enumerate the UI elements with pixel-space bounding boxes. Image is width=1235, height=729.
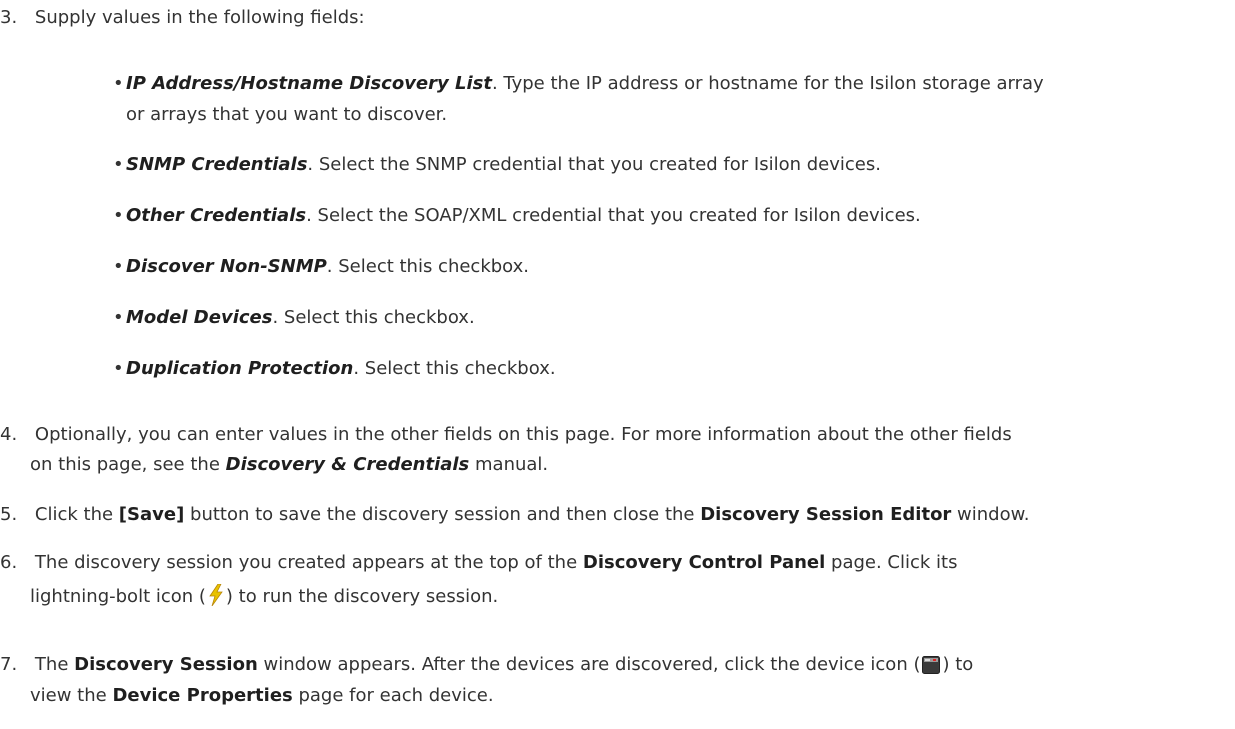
field-term: SNMP Credentials	[126, 154, 308, 175]
step-4: 4. Optionally, you can enter values in t…	[0, 423, 1012, 447]
field-term: Discover Non-SNMP	[126, 256, 327, 277]
text: The	[34, 654, 75, 675]
text: manual.	[469, 454, 549, 475]
step-text: The Discovery Session window appears. Af…	[35, 654, 973, 675]
step-7: 7. The Discovery Session window appears.…	[0, 653, 973, 681]
step-number: 6.	[0, 552, 18, 573]
step-number: 3.	[0, 7, 18, 28]
text: ) to	[942, 654, 974, 675]
step-5: 5. Click the [Save] button to save the d…	[0, 503, 1029, 527]
bullet-text: Model Devices. Select this checkbox.	[126, 306, 475, 330]
step-text: The discovery session you created appear…	[35, 552, 958, 573]
bullet-marker: •	[113, 205, 124, 226]
field-desc: . Select this checkbox.	[353, 358, 556, 379]
step-6: 6. The discovery session you created app…	[0, 551, 957, 575]
field-desc: . Select this checkbox.	[326, 256, 530, 277]
bullet-text: Duplication Protection. Select this chec…	[126, 357, 556, 381]
text: on this page, see the	[30, 454, 226, 475]
bullet-marker: •	[113, 358, 124, 379]
text: Click the	[34, 504, 119, 525]
step-7-continuation: view the Device Properties page for each…	[30, 684, 494, 708]
field-desc: . Select the SOAP/XML credential that yo…	[306, 205, 921, 226]
window-name: Discovery Session	[74, 654, 258, 675]
text: window appears. After the devices are di…	[257, 654, 921, 675]
field-desc: . Type the IP address or hostname for th…	[491, 73, 1044, 94]
bullet-marker: •	[113, 256, 124, 277]
field-desc: . Select this checkbox.	[272, 307, 475, 328]
text: The discovery session you created appear…	[34, 552, 583, 573]
step-text: Supply values in the following fields:	[34, 7, 365, 28]
bullet-marker: •	[113, 307, 124, 328]
text: button to save the discovery session and…	[184, 504, 701, 525]
text: view the	[30, 685, 113, 706]
text: window.	[951, 504, 1030, 525]
device-icon	[922, 656, 941, 681]
bullet-text: Other Credentials. Select the SOAP/XML c…	[126, 204, 921, 228]
save-button-ref: [Save]	[118, 504, 185, 525]
window-name: Discovery Session Editor	[700, 504, 952, 525]
field-term: Duplication Protection	[126, 358, 354, 379]
bullet-text: IP Address/Hostname Discovery List. Type…	[126, 72, 1044, 96]
field-term: IP Address/Hostname Discovery List	[126, 73, 492, 94]
text: ) to run the discovery session.	[225, 586, 499, 607]
step-number: 4.	[0, 424, 18, 445]
step-number: 7.	[0, 654, 18, 675]
lightning-bolt-icon	[208, 583, 224, 613]
manual-title: Discovery & Credentials	[225, 454, 470, 475]
step-text: Optionally, you can enter values in the …	[34, 424, 1012, 445]
step-text: Click the [Save] button to save the disc…	[35, 504, 1030, 525]
bullet-text: Discover Non-SNMP. Select this checkbox.	[126, 255, 529, 279]
text: page. Click its	[825, 552, 958, 573]
page-name: Device Properties	[112, 685, 293, 706]
text: lightning-bolt icon (	[30, 586, 206, 607]
bullet-continuation: or arrays that you want to discover.	[126, 104, 448, 125]
step-4-continuation: on this page, see the Discovery & Creden…	[30, 453, 548, 477]
page-name: Discovery Control Panel	[582, 552, 826, 573]
step-6-continuation: lightning-bolt icon ( ) to run the discov…	[30, 583, 499, 613]
step-3: 3. Supply values in the following fields…	[0, 6, 365, 30]
field-desc: . Select the SNMP credential that you cr…	[307, 154, 881, 175]
bullet-marker: •	[113, 154, 124, 175]
field-term: Other Credentials	[126, 205, 307, 226]
step-number: 5.	[0, 504, 18, 525]
bullet-text: SNMP Credentials. Select the SNMP creden…	[126, 153, 881, 177]
bullet-marker: •	[113, 73, 124, 94]
text: page for each device.	[292, 685, 494, 706]
field-term: Model Devices	[126, 307, 273, 328]
